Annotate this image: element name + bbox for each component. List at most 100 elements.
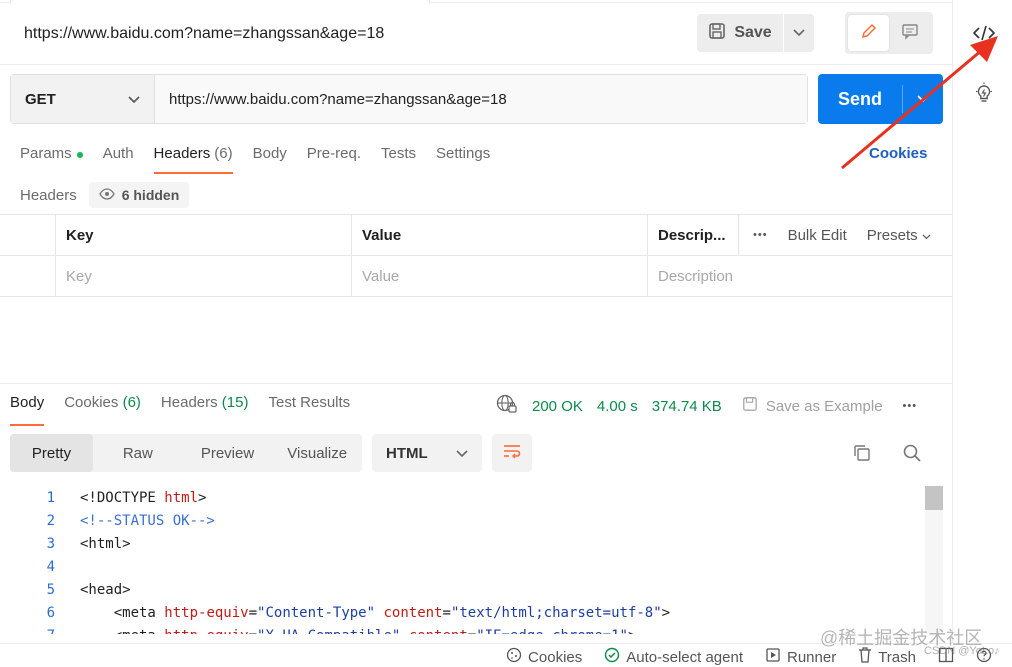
value-placeholder: Value xyxy=(362,267,400,285)
tab-preview[interactable]: Preview xyxy=(183,434,273,472)
bulk-edit-button[interactable]: Bulk Edit xyxy=(788,227,847,244)
comment-icon xyxy=(901,22,919,45)
status-label: Cookies xyxy=(528,648,583,666)
code-text: <html> xyxy=(80,535,131,552)
presets-button[interactable]: Presets xyxy=(867,227,931,244)
auto-select-agent-button[interactable]: Auto-select agent xyxy=(604,647,743,667)
tab-raw[interactable]: Raw xyxy=(93,434,183,472)
tab-test-results[interactable]: Test Results xyxy=(258,394,360,426)
chevron-down-icon xyxy=(456,445,468,462)
code-snippet-icon[interactable] xyxy=(973,22,995,44)
response-code-editor[interactable]: 1 <!DOCTYPE html> 2 <!--STATUS OK--> 3 <html>… xyxy=(0,486,924,635)
code-text: <meta http-equiv="Content-Type" content=… xyxy=(80,604,671,621)
globe-lock-icon[interactable] xyxy=(496,394,518,418)
response-time[interactable]: 4.00 s xyxy=(597,398,638,415)
hidden-count: 6 hidden xyxy=(121,187,180,203)
runner-button[interactable]: Runner xyxy=(765,647,836,667)
line-number: 1 xyxy=(46,489,55,506)
wrap-lines-icon xyxy=(502,443,522,464)
method-label: GET xyxy=(25,90,56,108)
tab-label: Auth xyxy=(102,145,134,162)
tab-count: (6) xyxy=(122,394,141,411)
response-size[interactable]: 374.74 KB xyxy=(652,398,722,415)
status-code[interactable]: 200 OK xyxy=(532,398,583,415)
save-icon xyxy=(708,22,726,45)
tab-response-headers[interactable]: Headers (15) xyxy=(151,394,259,426)
tab-label: Pre-req. xyxy=(306,145,361,162)
response-more-button[interactable]: ••• xyxy=(903,400,918,412)
edit-mode-toggle xyxy=(845,12,933,54)
save-button[interactable]: Save xyxy=(697,14,783,52)
method-select[interactable]: GET xyxy=(11,75,155,123)
hidden-headers-toggle[interactable]: 6 hidden xyxy=(88,182,190,208)
key-input[interactable]: Key xyxy=(55,256,351,296)
eye-icon xyxy=(98,187,115,203)
trash-button[interactable]: Trash xyxy=(858,647,916,667)
tab-pre-request[interactable]: Pre-req. xyxy=(297,140,371,174)
trash-icon xyxy=(858,647,872,667)
tab-label: Body xyxy=(252,145,287,162)
status-label: Runner xyxy=(787,648,837,666)
status-label: Auto-select agent xyxy=(626,648,743,666)
params-active-dot xyxy=(76,152,83,158)
headers-label: Headers xyxy=(20,186,77,204)
status-bar-items: Cookies Auto-select agent Runner Trash xyxy=(506,647,992,667)
code-line: 6 <meta http-equiv="Content-Type" conten… xyxy=(0,601,924,624)
tab-headers[interactable]: Headers (6) xyxy=(144,140,243,174)
tab-response-cookies[interactable]: Cookies (6) xyxy=(54,394,151,426)
code-text: <meta http-equiv="X-UA-Compatible" conte… xyxy=(80,628,637,635)
code-line: 7 <meta http-equiv="X-UA-Compatible" con… xyxy=(0,624,924,635)
save-example-label: Save as Example xyxy=(765,397,883,415)
right-sidebar xyxy=(952,0,1012,643)
send-options-chevron-icon[interactable] xyxy=(903,95,943,103)
response-meta: 200 OK 4.00 s 374.74 KB Save as Example … xyxy=(496,394,917,418)
editor-scrollbar[interactable] xyxy=(925,486,943,634)
value-input[interactable]: Value xyxy=(351,256,647,296)
line-number: 2 xyxy=(46,512,55,529)
language-label: HTML xyxy=(386,444,428,462)
watermark-small: CSDN @YoLo♪ xyxy=(924,645,1000,657)
tab-auth[interactable]: Auth xyxy=(93,140,144,174)
column-label: Descrip... xyxy=(658,226,726,244)
tab-count: (15) xyxy=(221,394,249,411)
lightbulb-icon[interactable] xyxy=(973,82,995,104)
response-bar: Body Cookies (6) Headers (15) Test Resul… xyxy=(0,383,952,426)
description-input[interactable]: Description xyxy=(647,256,952,296)
tab-params[interactable]: Params xyxy=(10,140,93,174)
copy-icon[interactable] xyxy=(852,443,872,468)
edit-mode-button[interactable] xyxy=(848,15,889,51)
column-label: Key xyxy=(66,226,94,244)
comment-mode-button[interactable] xyxy=(889,15,930,51)
tab-settings[interactable]: Settings xyxy=(426,140,500,174)
code-line: 3 <html> xyxy=(0,532,924,555)
request-name[interactable]: https://www.baidu.com?name=zhangssan&age… xyxy=(24,25,384,43)
wrap-lines-button[interactable] xyxy=(492,434,532,472)
request-tabs: Params Auth Headers (6) Body Pre-req. Te… xyxy=(10,140,500,174)
tab-tests[interactable]: Tests xyxy=(371,140,426,174)
headers-table: Key Value Descrip... ••• Bulk Edit Prese… xyxy=(0,214,952,297)
save-options-button[interactable] xyxy=(784,14,814,52)
code-line: 2 <!--STATUS OK--> xyxy=(0,509,924,532)
tab-pretty[interactable]: Pretty xyxy=(10,434,93,472)
status-cookies-button[interactable]: Cookies xyxy=(506,647,582,667)
tab-label: Headers xyxy=(153,145,211,162)
active-request-tab[interactable] xyxy=(10,0,430,4)
save-as-example-button[interactable]: Save as Example xyxy=(742,396,883,416)
runner-icon xyxy=(765,647,781,667)
format-toolbar: Pretty Raw Preview Visualize HTML xyxy=(10,434,942,472)
more-options-button[interactable]: ••• xyxy=(753,229,768,241)
tab-visualize[interactable]: Visualize xyxy=(272,434,362,472)
tab-body[interactable]: Body xyxy=(243,140,297,174)
search-icon[interactable] xyxy=(902,443,922,468)
cookies-link[interactable]: Cookies xyxy=(869,145,927,162)
send-label: Send xyxy=(837,88,882,109)
url-bar: GET https://www.baidu.com?name=zhangssan… xyxy=(10,74,808,124)
tab-response-body[interactable]: Body xyxy=(0,394,54,426)
send-button[interactable]: Send xyxy=(818,74,943,124)
divider xyxy=(0,64,952,65)
language-select[interactable]: HTML xyxy=(372,434,482,472)
chevron-down-icon xyxy=(922,227,931,244)
table-row: Key Value Description xyxy=(0,256,952,297)
url-input[interactable]: https://www.baidu.com?name=zhangssan&age… xyxy=(155,75,807,123)
scrollbar-thumb[interactable] xyxy=(925,486,943,510)
